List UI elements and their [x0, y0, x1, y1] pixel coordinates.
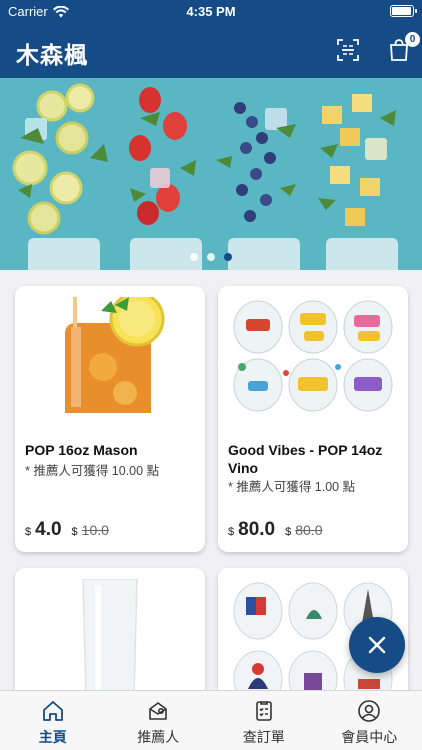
price-current: 4.0 [35, 519, 62, 540]
product-reward: * 推薦人可獲得 1.00 點 [228, 480, 356, 494]
tab-label: 主頁 [38, 729, 67, 745]
app-title: 木森楓 [16, 42, 88, 68]
product-reward: * 推薦人可獲得 10.00 點 [25, 464, 160, 478]
tab-orders[interactable]: 查訂單 [211, 691, 317, 750]
cart-count-badge: 0 [405, 32, 420, 47]
status-time: 4:35 PM [186, 4, 236, 19]
qr-scan-icon[interactable] [336, 38, 360, 62]
price-current: 80.0 [238, 519, 276, 540]
price-original: 80.0 [295, 522, 323, 538]
price-currency: $ [25, 526, 32, 538]
tab-home[interactable]: 主頁 [0, 691, 106, 750]
close-icon [368, 636, 386, 654]
product-image [228, 297, 398, 413]
promo-banner[interactable] [0, 78, 422, 270]
price-currency: $ [228, 526, 235, 538]
old-price-currency: $ [71, 526, 78, 538]
tab-referral[interactable]: 推薦人 [106, 691, 212, 750]
battery-icon [390, 5, 417, 17]
order-list-icon [255, 701, 272, 721]
price-original: 10.0 [81, 522, 109, 538]
tab-label: 推薦人 [137, 729, 180, 745]
bottom-tab-bar: 主頁 推薦人 查訂單 會員中心 [0, 690, 422, 750]
page-dot[interactable] [207, 253, 215, 261]
product-image [25, 297, 195, 413]
product-price: $ 80.0 $ 80.0 [228, 519, 322, 541]
product-name: Good Vibes - POP 14oz Vino [228, 442, 383, 476]
tab-label: 查訂單 [242, 729, 285, 745]
product-name: POP 16oz Mason [25, 442, 138, 458]
banner-image [0, 78, 422, 270]
cart-button[interactable]: 0 [387, 32, 420, 62]
product-card[interactable]: POP 16oz Mason * 推薦人可獲得 10.00 點 $ 4.0 $ … [15, 286, 205, 552]
old-price-currency: $ [285, 526, 292, 538]
product-price: $ 4.0 $ 10.0 [25, 519, 109, 541]
user-icon [358, 700, 381, 722]
tab-label: 會員中心 [341, 729, 398, 745]
status-bar: Carrier 4:35 PM [0, 0, 422, 22]
page-dot-active[interactable] [224, 253, 232, 261]
banner-pagination [0, 253, 422, 261]
home-icon [42, 701, 63, 721]
product-card[interactable] [15, 568, 205, 690]
product-card[interactable]: Good Vibes - POP 14oz Vino * 推薦人可獲得 1.00… [218, 286, 408, 552]
page-dot[interactable] [190, 253, 198, 261]
close-fab-button[interactable] [349, 617, 405, 673]
referral-icon [149, 702, 168, 720]
product-image [25, 579, 195, 690]
tab-member-center[interactable]: 會員中心 [317, 691, 422, 750]
app-header: Carrier 4:35 PM 木森楓 0 [0, 0, 422, 78]
